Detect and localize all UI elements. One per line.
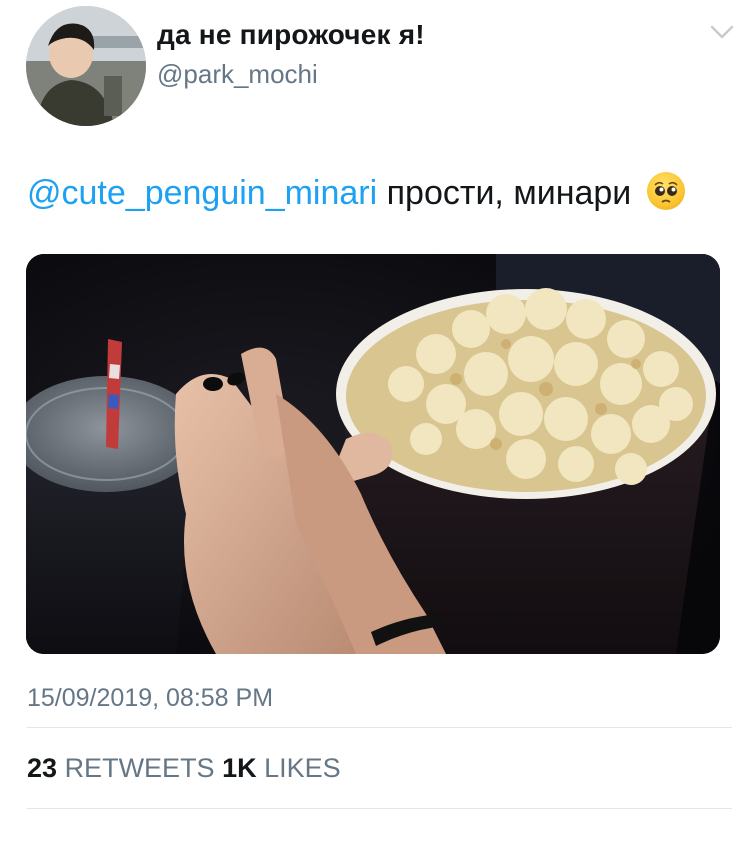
divider <box>27 727 732 728</box>
divider <box>27 808 732 809</box>
likes-count: 1K <box>222 753 257 783</box>
avatar[interactable] <box>26 6 146 126</box>
username-handle[interactable]: @park_mochi <box>157 59 318 90</box>
mention-link[interactable]: @cute_penguin_minari <box>27 174 377 212</box>
retweets-label: RETWEETS <box>64 753 215 783</box>
tweet-stats: 23 RETWEETS 1K LIKES <box>27 753 341 784</box>
tweet-body: прости, минари <box>386 174 632 212</box>
popcorn-photo-illustration <box>26 254 720 654</box>
chevron-down-icon[interactable] <box>708 22 736 42</box>
retweets-count: 23 <box>27 753 58 783</box>
likes-label: LIKES <box>264 753 341 783</box>
retweets-stat[interactable]: 23 RETWEETS <box>27 753 215 783</box>
avatar-image <box>26 6 146 126</box>
tweet-timestamp[interactable]: 15/09/2019, 08:58 PM <box>27 684 273 713</box>
likes-stat[interactable]: 1K LIKES <box>222 753 341 783</box>
display-name[interactable]: да не пирожочек я! <box>157 19 425 51</box>
tweet-text: @cute_penguin_minari прости, минари <box>27 172 685 213</box>
pleading-face-emoji-icon <box>646 172 685 210</box>
tweet-photo[interactable] <box>26 254 720 654</box>
